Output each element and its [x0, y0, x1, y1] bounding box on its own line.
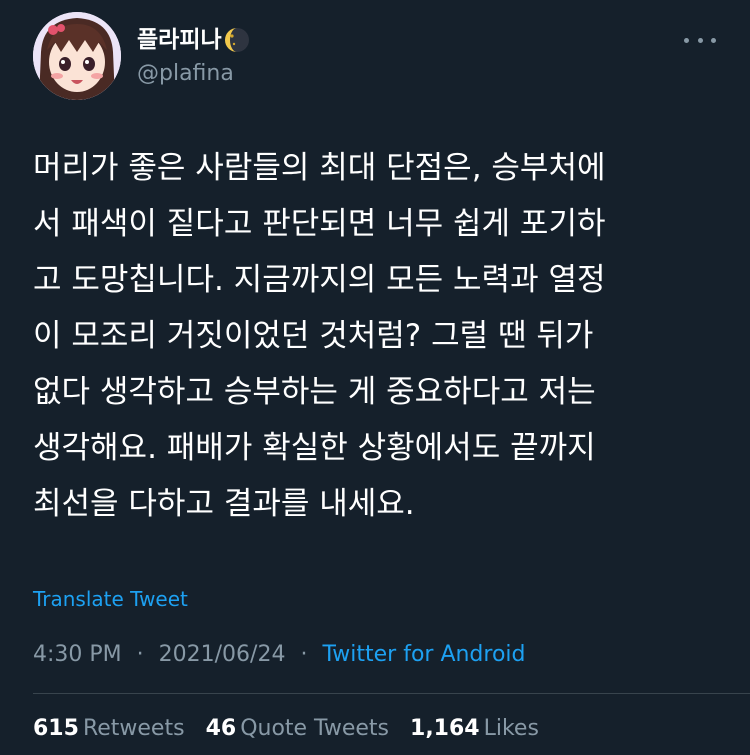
likes-count: 1,164 [410, 716, 480, 741]
tweet-line: 고 도망칩니다. 지금까지의 모든 노력과 열정 [33, 262, 606, 298]
moon-icon [224, 27, 250, 53]
tweet-line: 생각해요. 패배가 확실한 상황에서도 끝까지 [33, 430, 596, 466]
dot [697, 37, 703, 43]
tweet-line: 머리가 좋은 사람들의 최대 단점은, 승부처에 [33, 150, 606, 186]
retweets-label: Retweets [82, 716, 185, 741]
quote-tweets-stat[interactable]: 46 Quote Tweets [206, 714, 389, 744]
tweet-line: 서 패색이 짙다고 판단되면 너무 쉽게 포기하 [33, 206, 606, 242]
display-name[interactable]: 플라피나 [137, 25, 250, 55]
likes-stat[interactable]: 1,164 Likes [410, 714, 539, 744]
retweets-count: 615 [33, 716, 79, 741]
likes-label: Likes [483, 716, 539, 741]
tweet-line: 없다 생각하고 승부하는 게 중요하다고 저는 [33, 374, 596, 410]
tweet-date[interactable]: 2021/06/24 [159, 642, 286, 667]
translate-tweet-link[interactable]: Translate Tweet [33, 585, 188, 613]
tweet-line: 이 모조리 거짓이었던 것처럼? 그럴 땐 뒤가 [33, 318, 594, 354]
separator: · [136, 642, 144, 667]
dot [711, 37, 716, 43]
dot [684, 37, 689, 43]
avatar[interactable] [33, 12, 121, 100]
quote-tweets-count: 46 [205, 716, 237, 741]
more-options-icon[interactable] [684, 30, 716, 50]
quote-tweets-label: Quote Tweets [240, 716, 390, 741]
tweet-line: 최선을 다하고 결과를 내세요. [33, 486, 415, 522]
tweet-metadata: 4:30 PM · 2021/06/24 · Twitter for Andro… [33, 640, 526, 670]
retweets-stat[interactable]: 615 Retweets [33, 714, 185, 744]
anime-girl-avatar-icon [33, 12, 121, 100]
tweet-stats: 615 Retweets 46 Quote Tweets 1,164 Likes [33, 714, 553, 744]
tweet-text: 머리가 좋은 사람들의 최대 단점은, 승부처에 서 패색이 짙다고 판단되면 … [33, 140, 723, 532]
user-handle[interactable]: @plafina [137, 59, 234, 89]
separator: · [300, 642, 308, 667]
divider [33, 693, 750, 694]
tweet-time[interactable]: 4:30 PM [33, 642, 122, 667]
display-name-text: 플라피나 [137, 27, 222, 53]
tweet-source-link[interactable]: Twitter for Android [322, 642, 525, 667]
